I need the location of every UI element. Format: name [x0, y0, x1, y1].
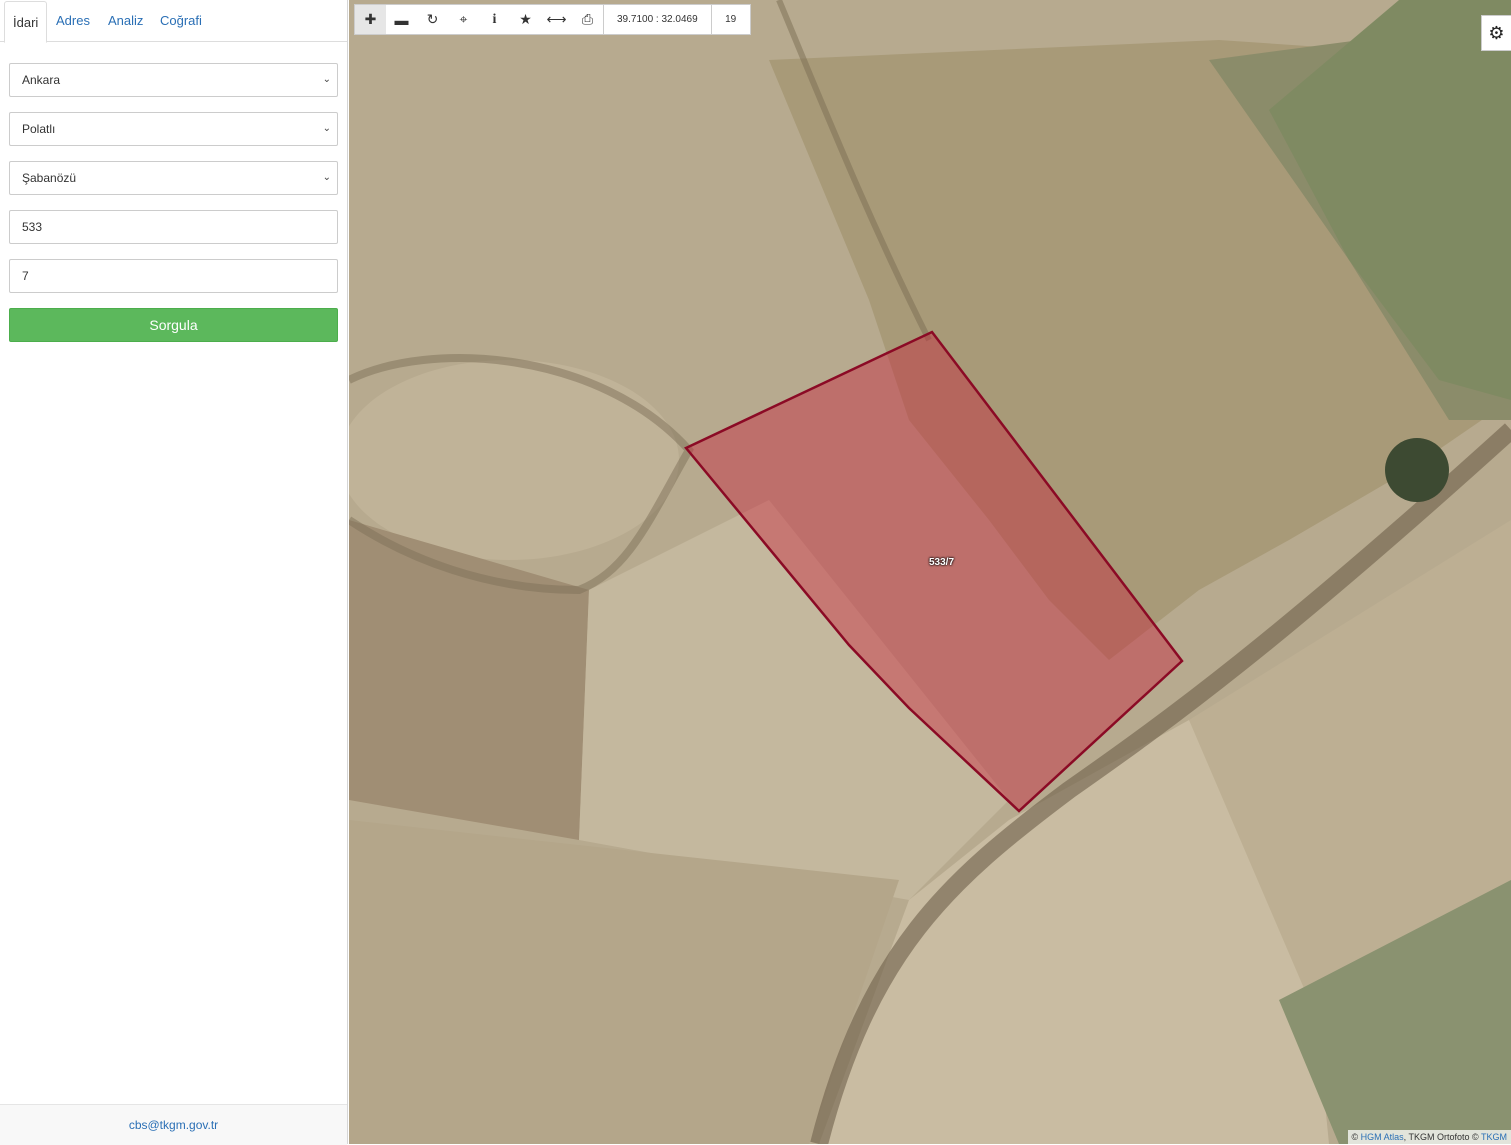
- parcel-label: 533/7: [929, 557, 954, 568]
- refresh-button[interactable]: ↻: [417, 5, 448, 34]
- print-button[interactable]: ⎙: [572, 5, 603, 34]
- tab-bar: İdari Adres Analiz Coğrafi: [0, 0, 347, 42]
- tab-analiz[interactable]: Analiz: [98, 0, 153, 42]
- chevron-down-icon: ⌄: [323, 64, 331, 96]
- map-view[interactable]: 533/7 ✚ ▬ ↻ ⌖ i ★ ⟷ ⎙ 39.7100 : 32.0469 …: [349, 0, 1511, 1144]
- footer: cbs@tkgm.gov.tr: [0, 1104, 347, 1145]
- hgm-atlas-link[interactable]: HGM Atlas: [1361, 1132, 1404, 1142]
- measure-button[interactable]: ⟷: [541, 5, 572, 34]
- coordinate-readout: 39.7100 : 32.0469: [603, 5, 711, 34]
- province-value: Ankara: [22, 73, 60, 87]
- attribution-prefix: ©: [1352, 1132, 1359, 1142]
- tab-adres[interactable]: Adres: [46, 0, 100, 42]
- contact-email-link[interactable]: cbs@tkgm.gov.tr: [129, 1118, 218, 1132]
- tkgm-link[interactable]: TKGM: [1481, 1132, 1507, 1142]
- block-value: 533: [22, 220, 42, 234]
- locate-icon: ⌖: [460, 11, 468, 28]
- parcel-value: 7: [22, 269, 29, 283]
- star-icon: ★: [519, 11, 532, 28]
- aerial-imagery: [349, 0, 1511, 1144]
- zoom-in-button[interactable]: ✚: [355, 5, 386, 34]
- neighborhood-value: Şabanözü: [22, 171, 76, 185]
- map-toolbar: ✚ ▬ ↻ ⌖ i ★ ⟷ ⎙ 39.7100 : 32.0469 19: [354, 4, 751, 35]
- tab-idari[interactable]: İdari: [4, 1, 47, 43]
- neighborhood-select[interactable]: Şabanözü ⌄: [9, 161, 338, 195]
- chevron-down-icon: ⌄: [323, 162, 331, 194]
- zoom-out-icon: ▬: [395, 12, 409, 28]
- attribution-text: , TKGM Ortofoto ©: [1404, 1132, 1479, 1142]
- favorite-button[interactable]: ★: [510, 5, 541, 34]
- tab-cografi[interactable]: Coğrafi: [150, 0, 212, 42]
- zoom-out-button[interactable]: ▬: [386, 5, 417, 34]
- district-value: Polatlı: [22, 122, 55, 136]
- sidebar: İdari Adres Analiz Coğrafi Ankara ⌄ Pola…: [0, 0, 348, 1144]
- settings-button[interactable]: ⚙: [1481, 15, 1511, 51]
- zoom-in-icon: ✚: [365, 11, 377, 28]
- chevron-down-icon: ⌄: [323, 113, 331, 145]
- refresh-icon: ↻: [427, 11, 439, 28]
- map-attribution: © HGM Atlas, TKGM Ortofoto © TKGM: [1348, 1130, 1511, 1144]
- parcel-input[interactable]: 7: [9, 259, 338, 293]
- query-button[interactable]: Sorgula: [9, 308, 338, 342]
- measure-icon: ⟷: [546, 11, 566, 28]
- gear-icon: ⚙: [1488, 23, 1504, 44]
- print-icon: ⎙: [582, 11, 593, 28]
- district-select[interactable]: Polatlı ⌄: [9, 112, 338, 146]
- info-button[interactable]: i: [479, 5, 510, 34]
- province-select[interactable]: Ankara ⌄: [9, 63, 338, 97]
- zoom-level: 19: [711, 5, 750, 34]
- locate-button[interactable]: ⌖: [448, 5, 479, 34]
- info-icon: i: [493, 12, 497, 28]
- block-input[interactable]: 533: [9, 210, 338, 244]
